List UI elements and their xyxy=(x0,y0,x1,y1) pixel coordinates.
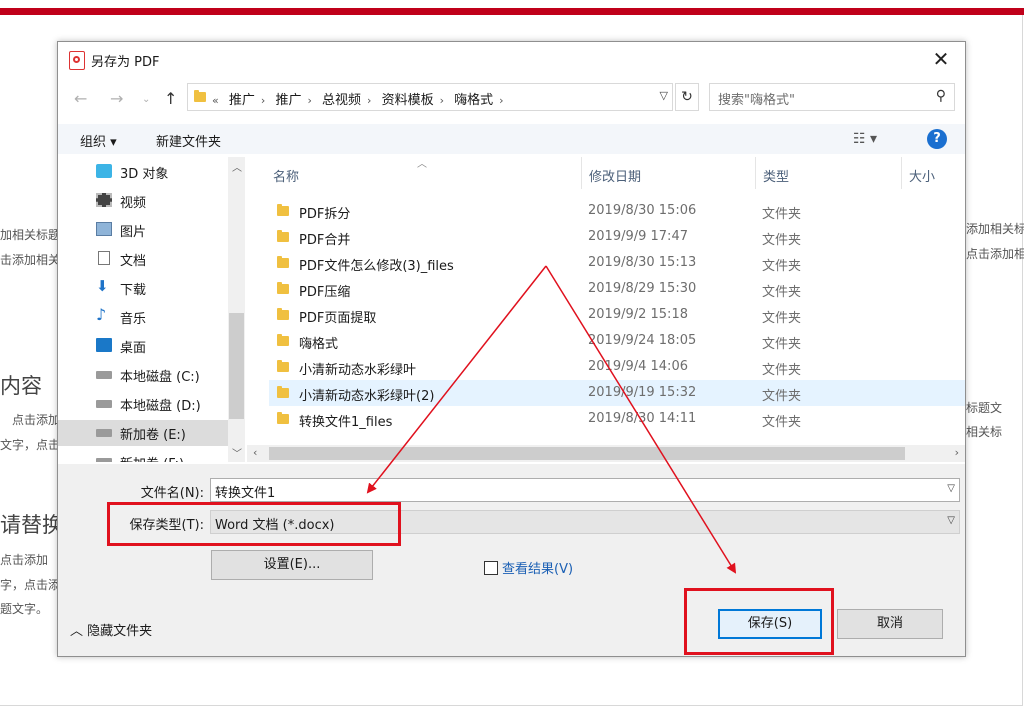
annotation-arrows xyxy=(366,265,737,574)
annotation-arrow xyxy=(545,265,737,574)
annotation-arrow xyxy=(366,265,547,494)
